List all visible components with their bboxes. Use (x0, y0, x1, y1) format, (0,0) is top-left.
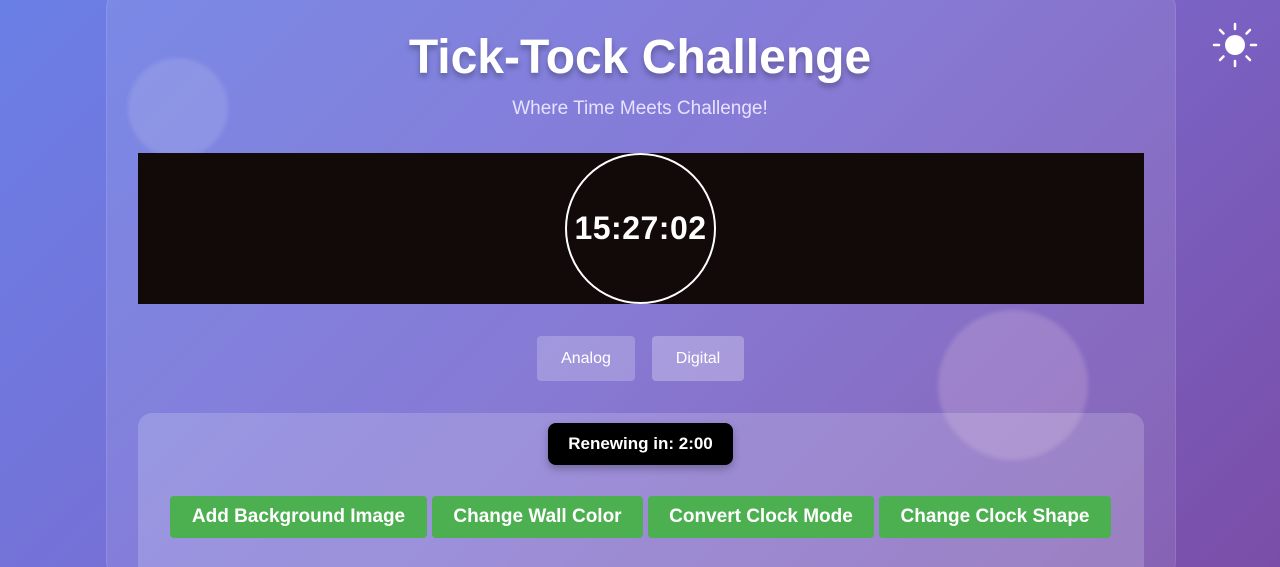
renew-timer-badge: Renewing in: 2:00 (548, 423, 733, 465)
clock-time: 15:27:02 (574, 210, 707, 246)
digital-clock: 15:27:02 (565, 153, 716, 304)
change-clock-shape-button[interactable]: Change Clock Shape (879, 496, 1111, 538)
analog-mode-button[interactable]: Analog (537, 336, 635, 381)
theme-toggle-button[interactable] (1212, 22, 1258, 68)
sun-icon (1212, 22, 1258, 68)
convert-clock-mode-button[interactable]: Convert Clock Mode (648, 496, 874, 538)
page-subtitle: Where Time Meets Challenge! (512, 98, 768, 119)
add-background-image-button[interactable]: Add Background Image (170, 496, 427, 538)
digital-mode-button[interactable]: Digital (652, 336, 744, 381)
change-wall-color-button[interactable]: Change Wall Color (432, 496, 643, 538)
page-title: Tick-Tock Challenge (408, 31, 872, 84)
